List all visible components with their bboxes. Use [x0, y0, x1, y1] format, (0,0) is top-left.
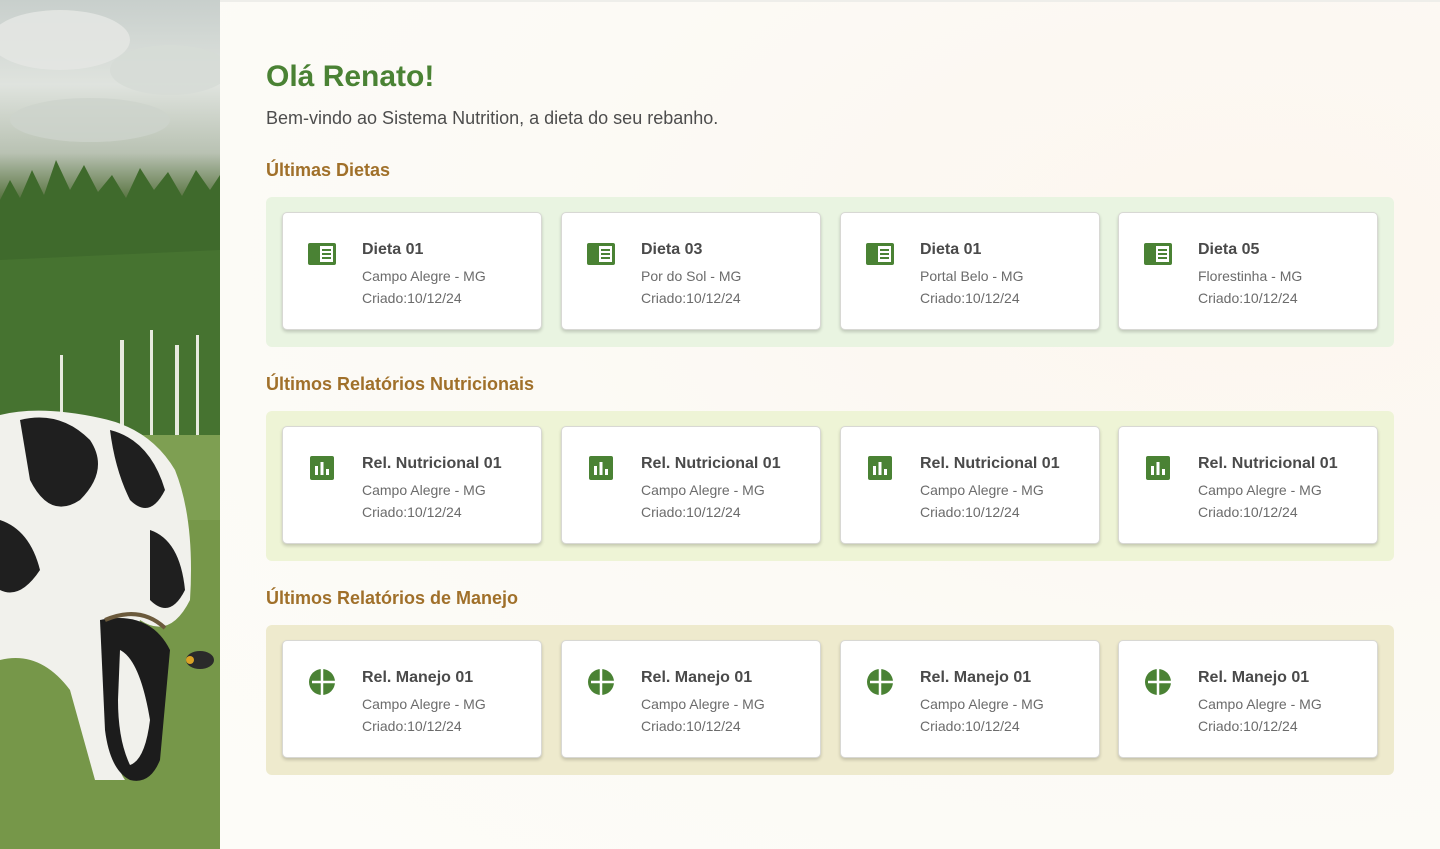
section-title-nutritional-reports: Últimos Relatórios Nutricionais: [266, 374, 535, 394]
card-title: Rel. Nutricional 01: [920, 455, 1060, 472]
diet-card[interactable]: Dieta 01 Campo Alegre - MG Criado:10/12/…: [282, 212, 542, 330]
card-date: Criado:10/12/24: [1198, 718, 1298, 734]
pie-chart-icon: [867, 669, 893, 695]
card-location: Campo Alegre - MG: [362, 696, 486, 712]
card-location: Florestinha - MG: [1198, 268, 1303, 284]
card-title: Rel. Nutricional 01: [362, 455, 502, 472]
management-reports-panel: Rel. Manejo 01 Campo Alegre - MG Criado:…: [266, 625, 1394, 775]
pie-chart-icon: [309, 669, 335, 695]
card-title: Rel. Manejo 01: [641, 669, 753, 686]
book-icon: [866, 243, 894, 265]
card-date: Criado:10/12/24: [641, 718, 741, 734]
greeting-title: Olá Renato!: [266, 60, 435, 93]
card-date: Criado:10/12/24: [920, 290, 1020, 306]
book-icon: [308, 243, 336, 265]
management-report-card[interactable]: Rel. Manejo 01 Campo Alegre - MG Criado:…: [840, 640, 1100, 758]
card-location: Campo Alegre - MG: [641, 696, 765, 712]
card-date: Criado:10/12/24: [1198, 504, 1298, 520]
nutritional-report-card[interactable]: Rel. Nutricional 01 Campo Alegre - MG Cr…: [1118, 426, 1378, 544]
card-title: Rel. Nutricional 01: [1198, 455, 1338, 472]
card-title: Dieta 01: [362, 241, 424, 258]
nutritional-report-card[interactable]: Rel. Nutricional 01 Campo Alegre - MG Cr…: [282, 426, 542, 544]
bar-chart-icon: [1146, 456, 1170, 480]
card-location: Portal Belo - MG: [920, 268, 1024, 284]
card-location: Campo Alegre - MG: [1198, 696, 1322, 712]
card-date: Criado:10/12/24: [362, 504, 462, 520]
main-content: Olá Renato! Bem-vindo ao Sistema Nutriti…: [220, 0, 1440, 849]
card-date: Criado:10/12/24: [1198, 290, 1298, 306]
pie-chart-icon: [588, 669, 614, 695]
management-report-card[interactable]: Rel. Manejo 01 Campo Alegre - MG Criado:…: [282, 640, 542, 758]
diet-card[interactable]: Dieta 03 Por do Sol - MG Criado:10/12/24: [561, 212, 821, 330]
pie-chart-icon: [1145, 669, 1171, 695]
card-location: Por do Sol - MG: [641, 268, 742, 284]
management-report-card[interactable]: Rel. Manejo 01 Campo Alegre - MG Criado:…: [561, 640, 821, 758]
welcome-subtitle: Bem-vindo ao Sistema Nutrition, a dieta …: [266, 108, 719, 128]
nutritional-reports-panel: Rel. Nutricional 01 Campo Alegre - MG Cr…: [266, 411, 1394, 561]
card-title: Dieta 03: [641, 241, 703, 258]
card-title: Dieta 01: [920, 241, 982, 258]
section-title-diets: Últimas Dietas: [266, 160, 391, 180]
bar-chart-icon: [589, 456, 613, 480]
card-title: Rel. Manejo 01: [362, 669, 474, 686]
card-date: Criado:10/12/24: [362, 718, 462, 734]
cow-pasture-image: [0, 0, 220, 849]
card-location: Campo Alegre - MG: [920, 482, 1044, 498]
card-title: Dieta 05: [1198, 241, 1260, 258]
card-date: Criado:10/12/24: [920, 504, 1020, 520]
section-title-management-reports: Últimos Relatórios de Manejo: [266, 588, 519, 608]
card-location: Campo Alegre - MG: [641, 482, 765, 498]
cow-pasture-illustration: [0, 10, 220, 849]
card-location: Campo Alegre - MG: [362, 482, 486, 498]
diet-card[interactable]: Dieta 05 Florestinha - MG Criado:10/12/2…: [1118, 212, 1378, 330]
book-icon: [587, 243, 615, 265]
card-location: Campo Alegre - MG: [1198, 482, 1322, 498]
card-title: Rel. Manejo 01: [1198, 669, 1310, 686]
nutritional-report-card[interactable]: Rel. Nutricional 01 Campo Alegre - MG Cr…: [840, 426, 1100, 544]
diet-card[interactable]: Dieta 01 Portal Belo - MG Criado:10/12/2…: [840, 212, 1100, 330]
card-date: Criado:10/12/24: [641, 290, 741, 306]
bar-chart-icon: [310, 456, 334, 480]
diets-panel: Dieta 01 Campo Alegre - MG Criado:10/12/…: [266, 197, 1394, 347]
card-location: Campo Alegre - MG: [920, 696, 1044, 712]
card-title: Rel. Manejo 01: [920, 669, 1032, 686]
management-report-card[interactable]: Rel. Manejo 01 Campo Alegre - MG Criado:…: [1118, 640, 1378, 758]
nutritional-report-card[interactable]: Rel. Nutricional 01 Campo Alegre - MG Cr…: [561, 426, 821, 544]
card-date: Criado:10/12/24: [920, 718, 1020, 734]
card-date: Criado:10/12/24: [641, 504, 741, 520]
bar-chart-icon: [868, 456, 892, 480]
card-date: Criado:10/12/24: [362, 290, 462, 306]
card-title: Rel. Nutricional 01: [641, 455, 781, 472]
book-icon: [1144, 243, 1172, 265]
card-location: Campo Alegre - MG: [362, 268, 486, 284]
